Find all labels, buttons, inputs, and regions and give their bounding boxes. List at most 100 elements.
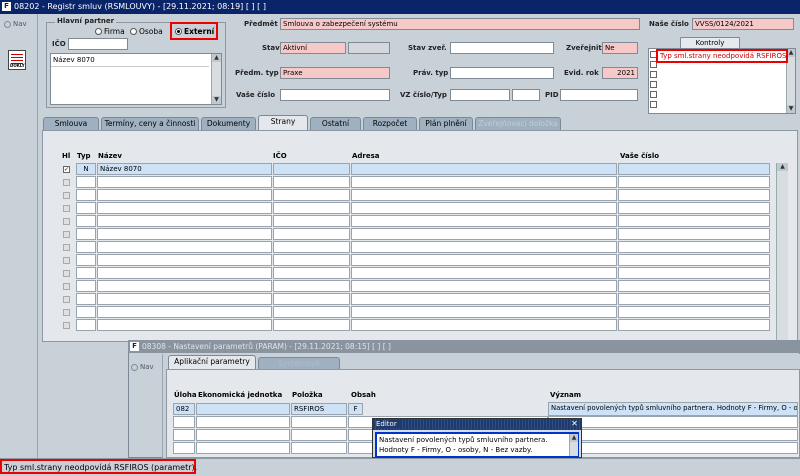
- table-cell[interactable]: [196, 416, 290, 428]
- table-cell[interactable]: [173, 416, 195, 428]
- row-hl-check[interactable]: [63, 322, 70, 329]
- stav-field[interactable]: Aktivní: [280, 42, 346, 54]
- editor-scrollbar[interactable]: ▲: [569, 434, 578, 456]
- table-cell[interactable]: [76, 280, 96, 292]
- table-cell[interactable]: [273, 176, 350, 188]
- param-ekon-cell[interactable]: [196, 403, 290, 415]
- row-hl-check[interactable]: [63, 192, 70, 199]
- table-cell[interactable]: [97, 215, 272, 227]
- table-cell[interactable]: [196, 442, 290, 454]
- predmet-field[interactable]: Smlouva o zabezpečení systému: [280, 18, 640, 30]
- table-cell[interactable]: [273, 280, 350, 292]
- table-cell[interactable]: [351, 202, 617, 214]
- strany-scrollbar[interactable]: ▲: [776, 163, 788, 341]
- table-cell[interactable]: [76, 215, 96, 227]
- table-cell[interactable]: [173, 429, 195, 441]
- table-cell[interactable]: [351, 306, 617, 318]
- table-cell[interactable]: [291, 416, 347, 428]
- tab-aplikacni-parametry[interactable]: Aplikační parametry: [168, 355, 256, 369]
- table-cell[interactable]: [618, 228, 770, 240]
- table-cell[interactable]: [97, 280, 272, 292]
- vase-cislo-field[interactable]: [280, 89, 390, 101]
- table-cell[interactable]: [618, 241, 770, 253]
- editor-textarea[interactable]: Nastavení povolených typů smluvního part…: [375, 432, 579, 458]
- table-cell[interactable]: [76, 267, 96, 279]
- table-cell[interactable]: [76, 202, 96, 214]
- table-cell[interactable]: [351, 267, 617, 279]
- table-cell[interactable]: [196, 429, 290, 441]
- tab-strany[interactable]: Strany: [258, 115, 308, 130]
- table-cell[interactable]: [273, 319, 350, 331]
- tab-rozpocet[interactable]: Rozpočet: [363, 117, 417, 130]
- table-cell[interactable]: [548, 429, 798, 441]
- kontroly-check[interactable]: [650, 81, 657, 88]
- table-cell[interactable]: [618, 306, 770, 318]
- tab-terminy[interactable]: Termíny, ceny a činnosti: [101, 117, 199, 130]
- tab-smlouva[interactable]: Smlouva: [43, 117, 99, 130]
- row-vase-cislo-cell[interactable]: [618, 163, 770, 175]
- table-cell[interactable]: [351, 280, 617, 292]
- editor-close-icon[interactable]: ✕: [570, 418, 579, 429]
- table-cell[interactable]: [76, 319, 96, 331]
- table-cell[interactable]: [618, 280, 770, 292]
- stav-zver-field[interactable]: [450, 42, 554, 54]
- table-cell[interactable]: [97, 267, 272, 279]
- table-cell[interactable]: [618, 176, 770, 188]
- table-cell[interactable]: [291, 442, 347, 454]
- vz-cislo-field[interactable]: [450, 89, 510, 101]
- table-cell[interactable]: [76, 228, 96, 240]
- table-cell[interactable]: [76, 306, 96, 318]
- row-adresa-cell[interactable]: [351, 163, 617, 175]
- row-hl-check[interactable]: [63, 244, 70, 251]
- pid-field[interactable]: [560, 89, 638, 101]
- table-cell[interactable]: [273, 202, 350, 214]
- nase-cislo-field[interactable]: VVSS/0124/2021: [692, 18, 794, 30]
- stav-code-field[interactable]: [348, 42, 390, 54]
- table-cell[interactable]: [173, 442, 195, 454]
- table-cell[interactable]: [618, 189, 770, 201]
- row-ico-cell[interactable]: [273, 163, 350, 175]
- row-hl-check[interactable]: ✓: [63, 166, 70, 173]
- kontroly-check[interactable]: [650, 101, 657, 108]
- table-cell[interactable]: [273, 267, 350, 279]
- table-cell[interactable]: [618, 293, 770, 305]
- table-cell[interactable]: [618, 319, 770, 331]
- table-cell[interactable]: [351, 228, 617, 240]
- row-hl-check[interactable]: [63, 309, 70, 316]
- radio-externi[interactable]: Externí: [175, 27, 214, 36]
- row-hl-check[interactable]: [63, 205, 70, 212]
- table-cell[interactable]: [97, 306, 272, 318]
- table-cell[interactable]: [97, 319, 272, 331]
- kontroly-check[interactable]: [650, 91, 657, 98]
- param-polozka-cell[interactable]: RSFIROS: [291, 403, 347, 415]
- row-hl-check[interactable]: [63, 270, 70, 277]
- table-cell[interactable]: [76, 293, 96, 305]
- table-cell[interactable]: [548, 442, 798, 454]
- row-nazev-cell[interactable]: Název 8070: [97, 163, 272, 175]
- table-cell[interactable]: [273, 228, 350, 240]
- table-cell[interactable]: [97, 202, 272, 214]
- table-cell[interactable]: [76, 254, 96, 266]
- predm-typ-field[interactable]: Praxe: [280, 67, 390, 79]
- table-cell[interactable]: [351, 319, 617, 331]
- param-uloha-cell[interactable]: 082: [173, 403, 195, 415]
- param-obsah-cell[interactable]: F: [348, 403, 363, 415]
- tab-ostatni[interactable]: Ostatní: [310, 117, 361, 130]
- partner-name-field[interactable]: Název 8070 ▲ ▼: [50, 53, 222, 105]
- table-cell[interactable]: [76, 189, 96, 201]
- tab-plan-plneni[interactable]: Plán plnění: [419, 117, 473, 130]
- nav-button[interactable]: Nav: [4, 20, 27, 28]
- table-cell[interactable]: [351, 215, 617, 227]
- table-cell[interactable]: [273, 306, 350, 318]
- table-cell[interactable]: [97, 241, 272, 253]
- row-hl-check[interactable]: [63, 179, 70, 186]
- row-hl-check[interactable]: [63, 257, 70, 264]
- table-cell[interactable]: [351, 176, 617, 188]
- radio-osoba[interactable]: Osoba: [130, 27, 163, 36]
- row-hl-check[interactable]: [63, 218, 70, 225]
- vz-typ-field[interactable]: [512, 89, 540, 101]
- table-cell[interactable]: [351, 189, 617, 201]
- table-cell[interactable]: [291, 429, 347, 441]
- row-hl-check[interactable]: [63, 283, 70, 290]
- tab-dokumenty[interactable]: Dokumenty: [201, 117, 256, 130]
